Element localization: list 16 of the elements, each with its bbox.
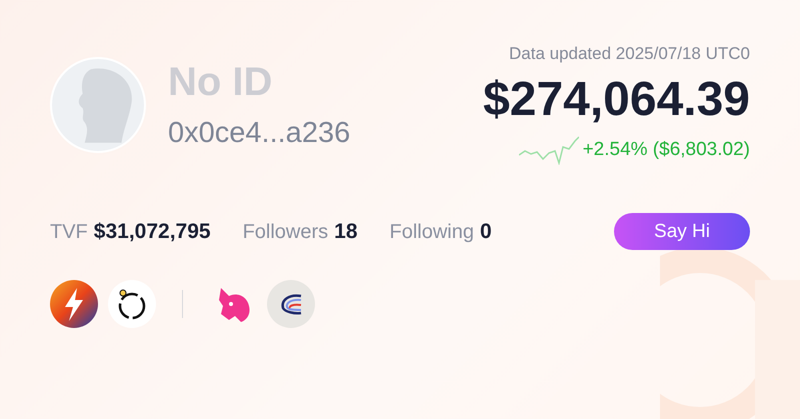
ring-icon[interactable] [108,280,156,328]
avatar-silhouette-icon [50,56,146,152]
wallet-address: 0x0ce4...a236 [168,116,350,150]
stat-value: 18 [334,220,358,244]
stat-label: TVF [50,220,88,244]
portfolio-value: $274,064.39 [483,72,750,127]
stat-value: $31,072,795 [94,220,211,244]
stat-value: 0 [480,220,492,244]
sparkline-chart [518,135,579,165]
lightning-icon[interactable] [50,280,98,328]
stat-label: Following [390,220,474,244]
say-hi-button[interactable]: Say Hi [614,213,750,250]
value-change: +2.54% ($6,803.02) [582,139,750,161]
stat-label: Followers [242,220,328,244]
update-date: Data updated 2025/07/18 UTC0 [508,44,750,64]
curved-lines-icon[interactable] [267,280,315,328]
